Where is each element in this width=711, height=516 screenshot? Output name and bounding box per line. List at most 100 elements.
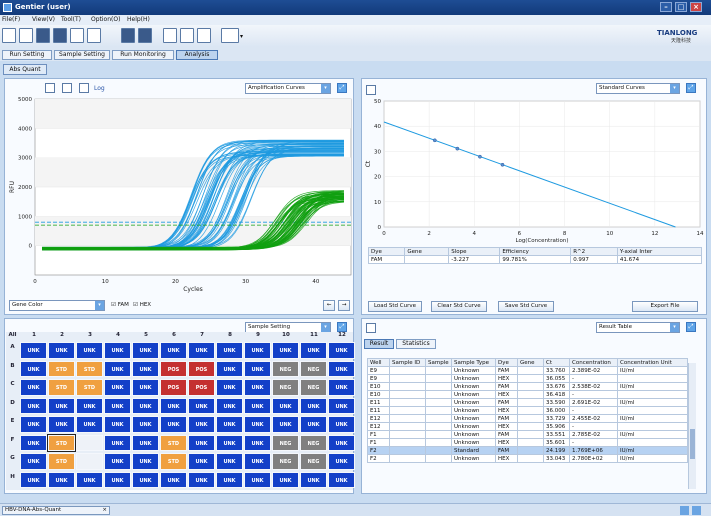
plate-row-header[interactable]: B xyxy=(6,363,19,369)
plate-well[interactable]: UNK xyxy=(216,416,243,433)
close-button[interactable]: × xyxy=(690,2,702,12)
plate-well[interactable]: UNK xyxy=(104,453,131,470)
result-column-header[interactable]: Dye xyxy=(495,358,518,367)
table-row[interactable]: E10 Unknown HEX 36.418- xyxy=(367,390,688,399)
plate-row-header[interactable]: G xyxy=(6,455,19,461)
linear-scale-icon[interactable] xyxy=(45,83,55,93)
table-row[interactable]: E12 Unknown HEX 35.906- xyxy=(367,422,688,431)
plate-well[interactable]: NEG xyxy=(300,360,327,377)
plate-well[interactable]: UNK xyxy=(244,342,271,359)
load-std-curve-button[interactable]: Load Std Curve xyxy=(368,301,422,312)
plate-well[interactable]: UNK xyxy=(20,434,47,451)
plate-well[interactable]: UNK xyxy=(244,360,271,377)
table-row[interactable]: E10 Unknown FAM 33.676 2.538E-02 IU/ml xyxy=(367,382,688,391)
plate-well[interactable]: UNK xyxy=(188,416,215,433)
plate-well[interactable]: UNK xyxy=(20,397,47,414)
plate-well[interactable]: UNK xyxy=(104,360,131,377)
plate-column-header[interactable]: 12 xyxy=(328,332,356,338)
plate-well[interactable]: UNK xyxy=(244,471,271,488)
plate-column-header[interactable]: 5 xyxy=(132,332,160,338)
plate-well[interactable]: NEG xyxy=(300,453,327,470)
table-row[interactable]: E9 Unknown FAM 33.760 2.389E-02 IU/ml xyxy=(367,366,688,375)
plate-row-header[interactable]: A xyxy=(6,344,19,350)
plate-well[interactable]: STD xyxy=(48,379,75,396)
plate-well[interactable]: UNK xyxy=(132,471,159,488)
plate-well[interactable]: UNK xyxy=(48,342,75,359)
plate-well[interactable]: STD xyxy=(47,433,76,452)
print-icon[interactable] xyxy=(87,28,101,43)
plate-well[interactable]: NEG xyxy=(300,434,327,451)
list-icon[interactable] xyxy=(221,28,239,43)
plate-well[interactable]: UNK xyxy=(20,471,47,488)
plate-well[interactable]: UNK xyxy=(188,471,215,488)
export-table-icon[interactable] xyxy=(366,323,376,333)
plate-well[interactable]: UNK xyxy=(132,397,159,414)
plate-well[interactable]: UNK xyxy=(160,342,187,359)
result-column-header[interactable]: Gene xyxy=(517,358,544,367)
plate-well[interactable]: UNK xyxy=(76,471,103,488)
table-icon[interactable] xyxy=(138,28,152,43)
result-column-header[interactable]: Sample xyxy=(425,358,452,367)
export-icon[interactable] xyxy=(70,28,84,43)
plate-well[interactable]: UNK xyxy=(188,342,215,359)
plate-well[interactable]: UNK xyxy=(300,342,327,359)
plate-well[interactable]: UNK xyxy=(132,342,159,359)
plate-well[interactable]: UNK xyxy=(328,416,355,433)
save-std-curve-button[interactable]: Save Std Curve xyxy=(498,301,554,312)
fam-checkbox[interactable]: ☑ FAM xyxy=(111,302,129,308)
plate-well[interactable]: UNK xyxy=(244,453,271,470)
curve-type-select[interactable]: Amplification Curves ▾ xyxy=(245,83,331,94)
plate-well[interactable]: STD xyxy=(48,453,75,470)
plate-row-header[interactable]: F xyxy=(6,437,19,443)
plate-well[interactable]: UNK xyxy=(20,379,47,396)
plate-column-header[interactable]: 3 xyxy=(76,332,104,338)
tab-run-setting[interactable]: Run Setting xyxy=(2,50,52,60)
chart-settings-icon[interactable] xyxy=(197,28,211,43)
plate-well[interactable]: UNK xyxy=(216,471,243,488)
clear-std-curve-button[interactable]: Clear Std Curve xyxy=(431,301,487,312)
plate-well[interactable]: UNK xyxy=(328,379,355,396)
plate-well[interactable]: NEG xyxy=(272,453,299,470)
plate-column-header[interactable]: 10 xyxy=(272,332,300,338)
table-row[interactable]: F2 Unknown HEX 33.043 2.780E+02 IU/ml xyxy=(367,454,688,463)
plate-well[interactable]: UNK xyxy=(132,360,159,377)
plate-well[interactable]: UNK xyxy=(104,379,131,396)
table-row[interactable]: F1 Unknown FAM 33.551 2.785E-02 IU/ml xyxy=(367,430,688,439)
tab-statistics[interactable]: Statistics xyxy=(396,339,436,349)
plate-well[interactable]: STD xyxy=(76,360,103,377)
expand-icon[interactable]: ⤢ xyxy=(337,322,347,332)
expand-icon[interactable]: ⤢ xyxy=(686,322,696,332)
menu-file[interactable]: File(F) xyxy=(2,16,20,23)
plate-well[interactable]: UNK xyxy=(20,342,47,359)
plate-well[interactable]: UNK xyxy=(244,379,271,396)
result-scrollbar[interactable] xyxy=(688,363,696,489)
plate-well[interactable]: UNK xyxy=(76,342,103,359)
plate-well[interactable]: UNK xyxy=(188,397,215,414)
plate-well[interactable]: UNK xyxy=(300,471,327,488)
menu-tool[interactable]: Tool(T) xyxy=(61,16,81,23)
plate-well[interactable]: POS xyxy=(188,360,215,377)
table-row[interactable]: E11 Unknown HEX 36.000- xyxy=(367,406,688,415)
restore-icon[interactable] xyxy=(692,506,701,515)
plate-well[interactable]: UNK xyxy=(20,453,47,470)
menu-help[interactable]: Help(H) xyxy=(127,16,150,23)
menu-option[interactable]: Option(O) xyxy=(91,16,120,23)
export-chart-icon[interactable] xyxy=(366,85,376,95)
plate-well[interactable]: UNK xyxy=(20,360,47,377)
tile-icon[interactable] xyxy=(680,506,689,515)
hex-checkbox[interactable]: ☑ HEX xyxy=(133,302,151,308)
plate-well[interactable]: UNK xyxy=(300,416,327,433)
plate-well[interactable] xyxy=(76,434,103,451)
plate-well[interactable]: UNK xyxy=(76,397,103,414)
table-row[interactable]: E11 Unknown FAM 33.590 2.691E-02 IU/ml xyxy=(367,398,688,407)
tab-analysis[interactable]: Analysis xyxy=(176,50,218,60)
plate-well[interactable]: UNK xyxy=(104,471,131,488)
plate-well[interactable]: UNK xyxy=(160,416,187,433)
plate-well[interactable]: UNK xyxy=(48,397,75,414)
plate-column-header[interactable]: 2 xyxy=(48,332,76,338)
plate-well[interactable]: UNK xyxy=(272,397,299,414)
result-column-header[interactable]: Concentration Unit xyxy=(617,358,688,367)
plate-well[interactable]: UNK xyxy=(104,342,131,359)
chart-edit-icon[interactable] xyxy=(180,28,194,43)
plate-well[interactable]: UNK xyxy=(244,397,271,414)
